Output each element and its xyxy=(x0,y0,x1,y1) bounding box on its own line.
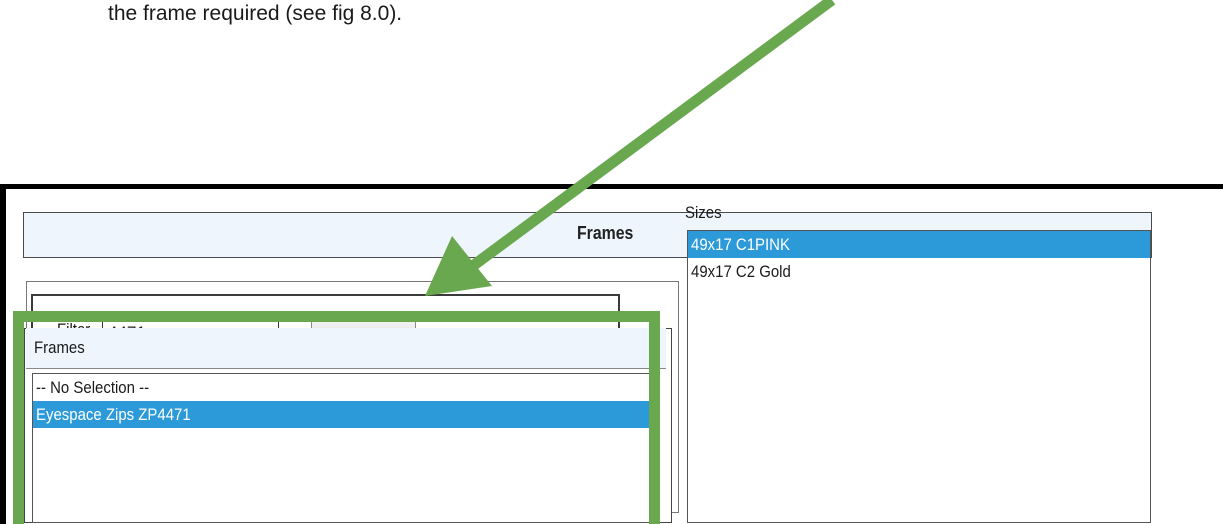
list-item-label: 49x17 C2 Gold xyxy=(691,262,791,281)
frames-window-screenshot: Frames Filter Look Frames -- No Selectio… xyxy=(0,184,1223,524)
list-item-label: Eyespace Zips ZP4471 xyxy=(36,405,191,424)
frames-list-item-selected[interactable]: Eyespace Zips ZP4471 xyxy=(33,401,658,428)
window-title: Frames xyxy=(577,223,634,243)
frames-panel-title: Frames xyxy=(34,338,85,357)
list-item-label: 49x17 C1PINK xyxy=(691,235,790,254)
sizes-list-item[interactable]: 49x17 C2 Gold xyxy=(688,258,1150,285)
frames-panel-header: Frames xyxy=(26,328,666,369)
frames-list[interactable]: -- No Selection -- Eyespace Zips ZP4471 xyxy=(32,373,659,523)
frames-list-item-no-selection[interactable]: -- No Selection -- xyxy=(33,374,658,401)
sizes-list-item-selected[interactable]: 49x17 C1PINK xyxy=(688,231,1150,258)
list-item-label: -- No Selection -- xyxy=(36,378,150,397)
document-caption: the frame required (see fig 8.0). xyxy=(108,2,403,25)
sizes-label: Sizes xyxy=(685,203,722,222)
sizes-list[interactable]: 49x17 C1PINK 49x17 C2 Gold xyxy=(687,230,1151,523)
